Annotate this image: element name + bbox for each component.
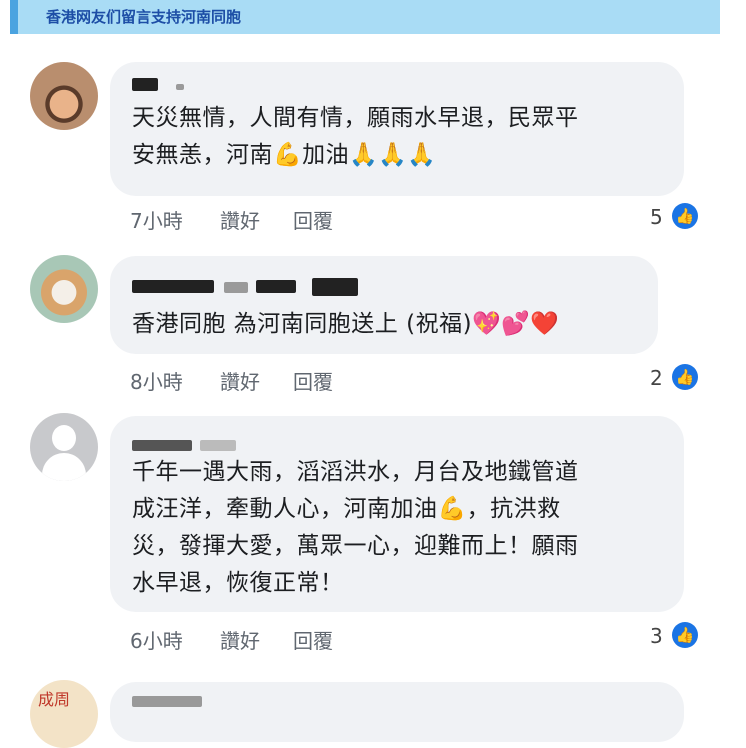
comment-bubble — [110, 682, 684, 742]
like-count: 5 — [650, 205, 663, 229]
avatar[interactable] — [30, 62, 98, 130]
comment-time[interactable]: 7小時 — [130, 205, 183, 234]
comment-bubble: 香港同胞 為河南同胞送上 (祝福)💖💕❤️ — [110, 256, 658, 354]
like-button[interactable]: 讚好 — [220, 625, 260, 654]
comment-text: 香港同胞 為河南同胞送上 (祝福)💖💕❤️ — [132, 311, 560, 337]
comment-text: 千年一遇大雨，滔滔洪水，月台及地鐵管道 成汪洋，牽動人心，河南加油💪，抗洪救 災… — [132, 459, 579, 596]
avatar[interactable]: 成周 — [30, 680, 98, 748]
comment-bubble: 天災無情，人間有情，願雨水早退，民眾平 安無恙，河南💪加油🙏🙏🙏 — [110, 62, 684, 196]
avatar-text: 成周 — [38, 690, 71, 709]
default-avatar-icon[interactable] — [30, 413, 98, 481]
comment-time[interactable]: 6小時 — [130, 625, 183, 654]
article-header: 香港网友们留言支持河南同胞 — [10, 0, 720, 34]
comment-text: 天災無情，人間有情，願雨水早退，民眾平 安無恙，河南💪加油🙏🙏🙏 — [132, 105, 579, 168]
article-title: 香港网友们留言支持河南同胞 — [46, 8, 242, 26]
like-button[interactable]: 讚好 — [220, 205, 260, 234]
thumbs-up-icon: 👍 — [672, 203, 698, 229]
like-count: 2 — [650, 366, 663, 390]
avatar[interactable] — [30, 255, 98, 323]
thumbs-up-icon: 👍 — [672, 622, 698, 648]
like-button[interactable]: 讚好 — [220, 366, 260, 395]
like-count: 3 — [650, 624, 663, 648]
comment-bubble: 千年一遇大雨，滔滔洪水，月台及地鐵管道 成汪洋，牽動人心，河南加油💪，抗洪救 災… — [110, 416, 684, 612]
reply-button[interactable]: 回覆 — [293, 366, 333, 395]
reply-button[interactable]: 回覆 — [293, 205, 333, 234]
comment-time[interactable]: 8小時 — [130, 366, 183, 395]
thumbs-up-icon: 👍 — [672, 364, 698, 390]
reply-button[interactable]: 回覆 — [293, 625, 333, 654]
